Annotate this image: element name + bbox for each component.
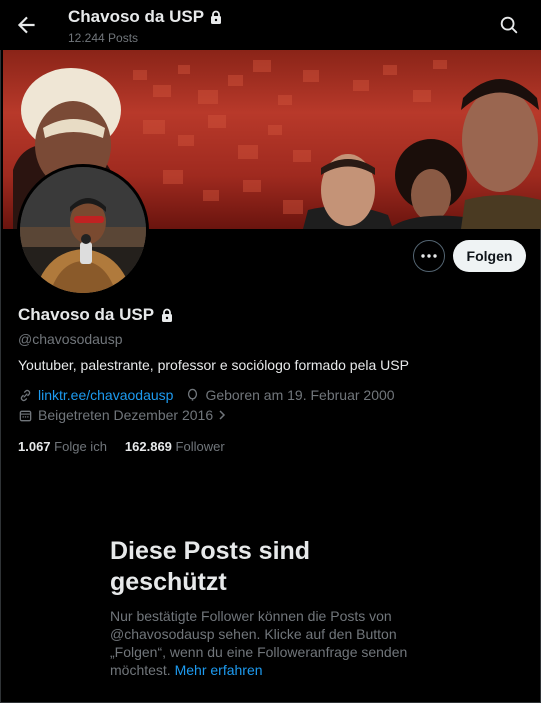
header-title-text: Chavoso da USP [68,7,205,26]
lock-icon [162,308,173,322]
profile-bio: Youtuber, palestrante, professor e soció… [18,357,409,373]
lock-icon [211,10,222,24]
more-dots-icon [421,254,437,258]
profile-meta-row: linktr.ee/chavaodausp Geboren am 19. Feb… [18,387,395,403]
profile-birthday: Geboren am 19. Februar 2000 [205,387,395,403]
followers-stat[interactable]: 162.869 Follower [125,439,225,454]
link-icon [20,389,31,401]
chevron-right-icon [219,410,226,420]
protected-text-block: Nur bestätigte Follower können die Posts… [110,607,410,679]
profile-joined: Beigetreten Dezember 2016 [38,407,214,423]
profile-stats: 1.067 Folge ich 162.869 Follower [18,439,225,454]
avatar-photo [20,167,146,293]
calendar-icon [19,410,32,421]
protected-title: Diese Posts sind geschützt [110,537,311,596]
profile-handle: @chavosodausp [18,331,123,347]
learn-more-link[interactable]: Mehr erfahren [175,662,263,678]
balloon-icon [188,388,198,401]
profile-avatar[interactable] [17,164,149,296]
following-count: 1.067 [18,439,51,454]
following-label: Folge ich [54,439,107,454]
top-bar: Chavoso da USP 12.244 Posts [0,0,541,50]
followers-label: Follower [175,439,225,454]
more-options-button[interactable] [413,240,445,272]
search-icon[interactable] [498,14,520,36]
following-stat[interactable]: 1.067 Folge ich [18,439,107,454]
profile-name-text: Chavoso da USP [18,305,155,324]
header-title: Chavoso da USP [68,7,223,27]
posts-count: 12.244 Posts [68,31,139,45]
profile-name: Chavoso da USP [18,305,174,325]
follow-button[interactable]: Folgen [453,240,526,272]
followers-count: 162.869 [124,439,172,454]
profile-website-link[interactable]: linktr.ee/chavaodausp [38,387,173,403]
profile-joined-row[interactable]: Beigetreten Dezember 2016 [18,407,227,423]
arrow-left-icon[interactable] [14,12,40,38]
